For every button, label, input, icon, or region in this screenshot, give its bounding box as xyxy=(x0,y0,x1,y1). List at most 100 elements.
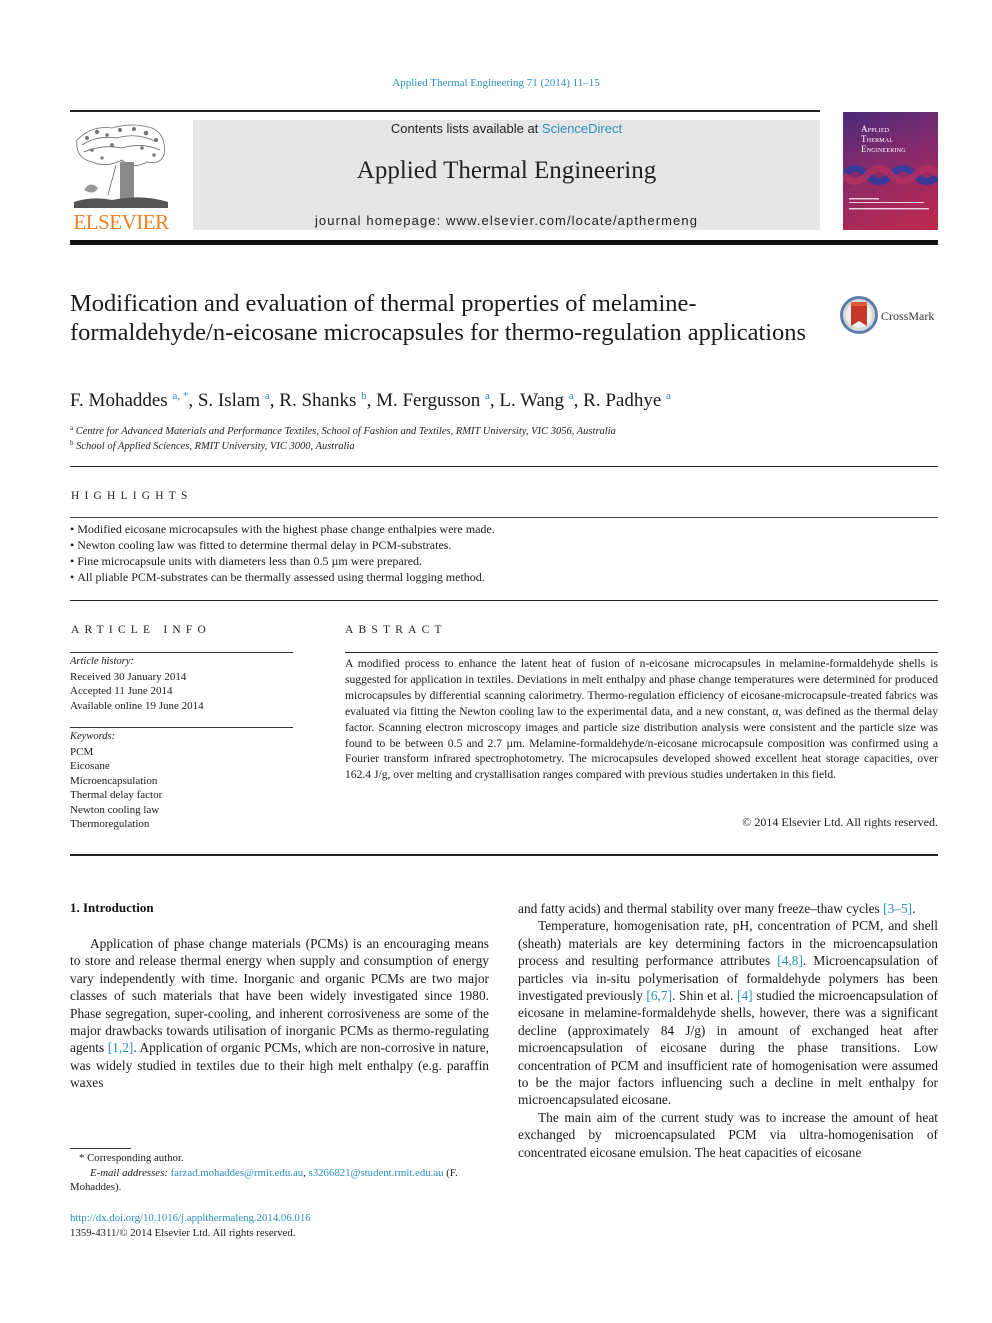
article-info-rule xyxy=(70,727,293,728)
body-paragraph: The main aim of the current study was to… xyxy=(518,1109,938,1160)
issn-copyright: 1359-4311/© 2014 Elsevier Ltd. All right… xyxy=(70,1227,296,1239)
footnote-rule xyxy=(70,1148,131,1149)
corresponding-author-note: * Corresponding author. xyxy=(79,1152,184,1164)
author-name[interactable]: F. Mohaddes xyxy=(70,390,168,411)
history-accepted: Accepted 11 June 2014 xyxy=(70,685,173,697)
affiliation-b: b School of Applied Sciences, RMIT Unive… xyxy=(70,439,355,452)
contents-available-line: Contents lists available at ScienceDirec… xyxy=(193,121,820,136)
cover-text-lines xyxy=(849,198,929,210)
highlight-item: All pliable PCM-substrates can be therma… xyxy=(70,569,938,585)
citation-link[interactable]: [4,8] xyxy=(777,953,803,968)
keyword-item: Thermal delay factor xyxy=(70,789,163,801)
abstract-rule xyxy=(345,652,938,653)
body-column-right: and fatty acids) and thermal stability o… xyxy=(518,900,938,1161)
history-online: Available online 19 June 2014 xyxy=(70,699,204,712)
citation-link[interactable]: [3–5] xyxy=(883,901,912,916)
abstract-heading: ABSTRACT xyxy=(345,624,447,636)
section-divider xyxy=(70,600,938,601)
keyword-item: Microencapsulation xyxy=(70,774,158,787)
journal-cover-thumbnail[interactable]: Applied Thermal Engineering xyxy=(843,112,938,230)
copyright-notice: © 2014 Elsevier Ltd. All rights reserved… xyxy=(742,815,938,829)
header-thick-rule xyxy=(70,240,938,245)
highlight-item: Fine microcapsule units with diameters l… xyxy=(70,553,938,569)
sciencedirect-link[interactable]: ScienceDirect xyxy=(542,121,622,136)
body-column-left: Application of phase change materials (P… xyxy=(70,935,489,1092)
author-name[interactable]: R. Padhye xyxy=(583,390,661,411)
crossmark-label: CrossMark xyxy=(881,309,935,323)
citation-link[interactable]: [1,2] xyxy=(108,1040,134,1055)
email-link[interactable]: s3266821@student.rmit.edu.au xyxy=(309,1167,444,1179)
email-link[interactable]: farzad.mohaddes@rmit.edu.au xyxy=(171,1167,304,1179)
body-paragraph: Temperature, homogenisation rate, pH, co… xyxy=(518,917,938,1108)
elsevier-tree-icon xyxy=(74,124,168,208)
elsevier-logo[interactable]: ELSEVIER xyxy=(70,120,172,234)
header-top-rule xyxy=(70,110,820,112)
cover-title-line: Engineering xyxy=(861,144,906,154)
body-text: and fatty acids) and thermal stability o… xyxy=(518,901,884,916)
author-name[interactable]: M. Fergusson xyxy=(376,390,480,411)
affiliation-text: Centre for Advanced Materials and Perfor… xyxy=(75,426,616,437)
author-affiliation-mark[interactable]: a, * xyxy=(172,390,188,402)
highlight-item: Modified eicosane microcapsules with the… xyxy=(70,521,938,537)
article-info-rule xyxy=(70,652,293,653)
crossmark-icon xyxy=(840,296,878,334)
body-text: . xyxy=(912,901,916,916)
cover-wave-graphic xyxy=(843,165,938,185)
contents-prefix: Contents lists available at xyxy=(390,121,542,136)
highlights-heading: HIGHLIGHTS xyxy=(71,490,193,502)
article-info-heading: ARTICLE INFO xyxy=(71,624,211,636)
journal-citation-link[interactable]: Applied Thermal Engineering 71 (2014) 11… xyxy=(0,77,992,89)
article-history: Article history: Received 30 January 201… xyxy=(70,655,293,713)
keyword-item: Eicosane xyxy=(70,760,110,772)
crossmark-badge[interactable]: CrossMark xyxy=(840,296,940,336)
keyword-item: PCM xyxy=(70,745,94,758)
author-name[interactable]: R. Shanks xyxy=(279,390,356,411)
author-affiliation-mark[interactable]: a xyxy=(666,390,671,402)
keyword-item: Thermoregulation xyxy=(70,818,150,830)
author-affiliation-mark[interactable]: a xyxy=(485,390,490,402)
email-footnote: E-mail addresses: farzad.mohaddes@rmit.e… xyxy=(70,1166,490,1195)
citation-link[interactable]: [6,7] xyxy=(646,988,672,1003)
homepage-url[interactable]: www.elsevier.com/locate/apthermeng xyxy=(446,213,698,228)
affiliation-mark: a xyxy=(70,424,74,432)
keywords-label: Keywords: xyxy=(70,731,116,742)
highlights-rule xyxy=(70,517,938,518)
cover-title-line: Applied xyxy=(861,124,890,134)
highlight-item: Newton cooling law was fitted to determi… xyxy=(70,537,938,553)
cover-title: Applied Thermal Engineering xyxy=(861,124,906,154)
elsevier-wordmark: ELSEVIER xyxy=(73,210,169,234)
footnotes: * Corresponding author. E-mail addresses… xyxy=(70,1151,490,1195)
highlights-list: Modified eicosane microcapsules with the… xyxy=(70,521,938,585)
author-name[interactable]: S. Islam xyxy=(198,390,260,411)
affiliation-a: a Centre for Advanced Materials and Perf… xyxy=(70,424,616,437)
section-divider xyxy=(70,466,938,467)
affiliation-text: School of Applied Sciences, RMIT Univers… xyxy=(76,441,355,452)
author-list: F. Mohaddes a, *, S. Islam a, R. Shanks … xyxy=(70,390,671,411)
citation-link[interactable]: [4] xyxy=(737,988,753,1003)
author-affiliation-mark[interactable]: a xyxy=(265,390,270,402)
author-affiliation-mark[interactable]: b xyxy=(361,390,367,402)
affiliation-mark: b xyxy=(70,439,74,447)
author-name[interactable]: L. Wang xyxy=(499,390,564,411)
history-received: Received 30 January 2014 xyxy=(70,670,187,683)
body-text: . Application of organic PCMs, which are… xyxy=(70,1040,489,1091)
section-divider xyxy=(70,854,938,856)
doi-link[interactable]: http://dx.doi.org/10.1016/j.applthermale… xyxy=(70,1212,311,1224)
abstract-text: A modified process to enhance the latent… xyxy=(345,657,938,782)
article-title: Modification and evaluation of thermal p… xyxy=(70,290,807,346)
author-affiliation-mark[interactable]: a xyxy=(569,390,574,402)
homepage-prefix: journal homepage: xyxy=(314,213,447,228)
cover-title-line: Thermal xyxy=(861,134,894,144)
body-text: Application of phase change materials (P… xyxy=(70,936,489,1056)
section-heading-introduction: 1. Introduction xyxy=(70,900,154,915)
body-text: studied the microencapsulation of eicosa… xyxy=(518,988,938,1108)
body-paragraph: Application of phase change materials (P… xyxy=(70,935,489,1092)
body-paragraph: and fatty acids) and thermal stability o… xyxy=(518,900,938,917)
journal-homepage-line: journal homepage: www.elsevier.com/locat… xyxy=(193,213,820,228)
journal-title: Applied Thermal Engineering xyxy=(356,157,657,184)
doi-block: http://dx.doi.org/10.1016/j.applthermale… xyxy=(70,1211,490,1241)
body-text: . Shin et al. xyxy=(672,988,737,1004)
history-label: Article history: xyxy=(70,656,134,667)
keywords: Keywords: PCM Eicosane Microencapsulatio… xyxy=(70,730,293,832)
keyword-item: Newton cooling law xyxy=(70,803,160,816)
